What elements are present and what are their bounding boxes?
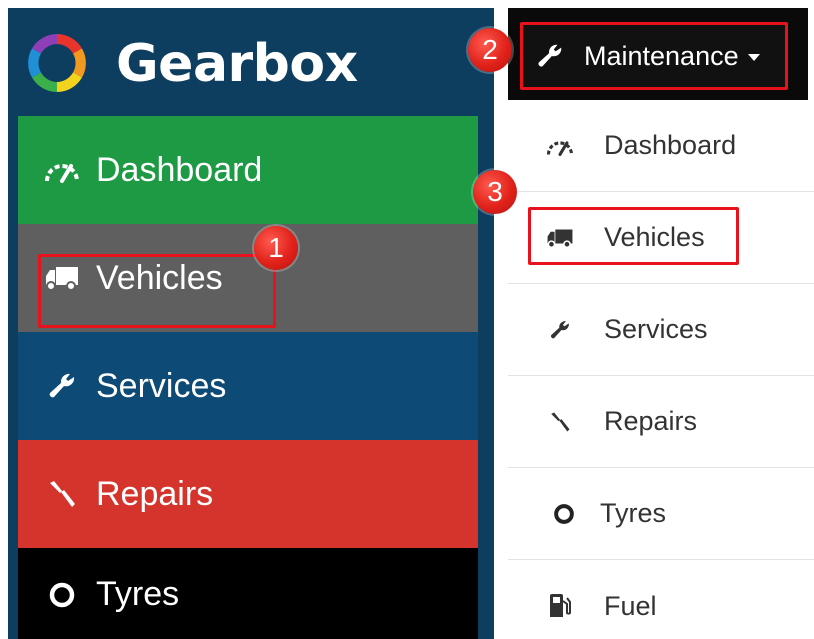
dropdown-item-fuel[interactable]: Fuel xyxy=(508,560,814,639)
tyre-ring-icon xyxy=(548,499,580,529)
sidebar-item-services[interactable]: Services xyxy=(18,332,478,440)
brand-header: Gearbox xyxy=(8,8,494,124)
sidebar-item-label: Repairs xyxy=(96,475,214,513)
dropdown-item-services[interactable]: Services xyxy=(508,284,814,376)
brand-name: Gearbox xyxy=(116,34,358,94)
step-badge-2: 2 xyxy=(468,28,512,72)
sidebar-item-label: Services xyxy=(96,367,227,405)
maintenance-menu-label: Maintenance xyxy=(584,40,739,71)
tyre-ring-icon xyxy=(44,580,80,610)
sidebar-item-repairs[interactable]: Repairs xyxy=(18,440,478,548)
wrench-icon xyxy=(544,315,576,345)
dropdown-item-vehicles[interactable]: Vehicles xyxy=(508,192,814,284)
maintenance-dropdown-menu: Dashboard Vehicles Services Repairs Tyre… xyxy=(508,100,814,639)
fuel-pump-icon xyxy=(544,591,576,621)
dropdown-item-label: Fuel xyxy=(604,590,657,621)
truck-icon xyxy=(544,223,576,253)
dropdown-item-label: Tyres xyxy=(600,498,667,528)
sidebar-item-label: Tyres xyxy=(96,575,180,613)
dashboard-gauge-icon xyxy=(44,155,80,185)
sidebar-item-label: Dashboard xyxy=(96,151,263,189)
dropdown-item-tyres[interactable]: Tyres xyxy=(508,468,814,560)
gearbox-logo-icon xyxy=(28,34,86,92)
sidebar-item-tyres[interactable]: Tyres xyxy=(18,548,478,639)
dropdown-item-label: Dashboard xyxy=(604,130,737,160)
truck-icon xyxy=(44,263,80,293)
sidebar-item-dashboard[interactable]: Dashboard xyxy=(18,116,478,224)
sidebar-item-vehicles[interactable]: Vehicles xyxy=(18,224,478,332)
dropdown-item-label: Vehicles xyxy=(604,222,705,252)
sidebar-item-label: Vehicles xyxy=(96,259,223,297)
wrench-icon xyxy=(536,41,566,71)
chevron-down-icon xyxy=(747,54,760,61)
step-badge-1: 1 xyxy=(254,226,298,270)
screwdriver-icon xyxy=(544,407,576,437)
dropdown-item-label: Services xyxy=(604,314,708,344)
dropdown-item-repairs[interactable]: Repairs xyxy=(508,376,814,468)
dropdown-item-label: Repairs xyxy=(604,406,698,436)
maintenance-menu-button[interactable]: Maintenance xyxy=(520,22,788,90)
step-badge-3: 3 xyxy=(473,170,517,214)
screwdriver-icon xyxy=(44,479,80,509)
dashboard-gauge-icon xyxy=(544,131,576,161)
wrench-icon xyxy=(44,371,80,401)
dropdown-item-dashboard[interactable]: Dashboard xyxy=(508,100,814,192)
